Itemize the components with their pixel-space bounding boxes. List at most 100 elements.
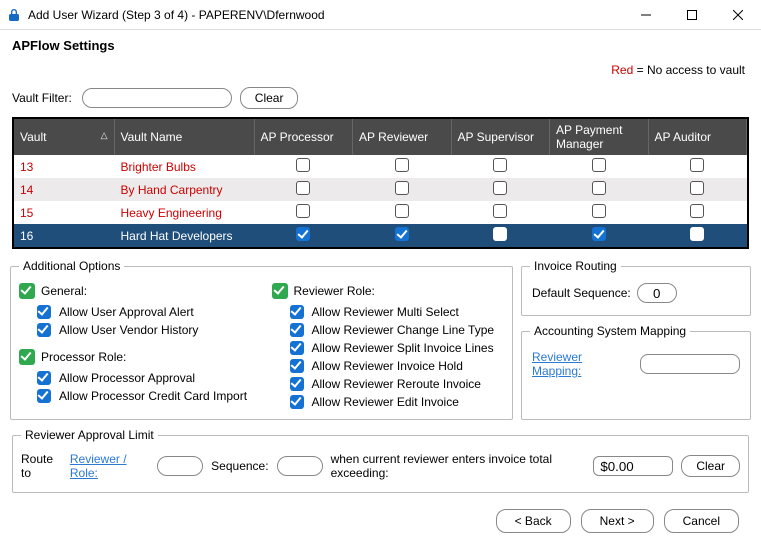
grid-checkbox[interactable]: [592, 181, 606, 195]
ral-clear-button[interactable]: Clear: [681, 455, 740, 477]
col-ap-reviewer[interactable]: AP Reviewer: [353, 119, 452, 155]
cell-vault-id: 15: [14, 201, 114, 224]
reviewer-option-label: Allow Reviewer Invoice Hold: [312, 359, 463, 373]
accounting-mapping-legend: Accounting System Mapping: [530, 324, 690, 338]
reviewer-option-label: Allow Reviewer Reroute Invoice: [312, 377, 481, 391]
grid-checkbox[interactable]: [690, 227, 704, 241]
grid-checkbox[interactable]: [493, 227, 507, 241]
reviewer-option-label: Allow Reviewer Multi Select: [312, 305, 459, 319]
grid-checkbox[interactable]: [690, 158, 704, 172]
cell-vault-name: Heavy Engineering: [114, 201, 254, 224]
processor-option-label: Allow Processor Approval: [59, 371, 195, 385]
lock-icon: [6, 7, 22, 23]
legend-row: Red = No access to vault: [10, 59, 751, 87]
grid-checkbox[interactable]: [690, 181, 704, 195]
general-head: General:: [41, 284, 87, 298]
next-button[interactable]: Next >: [581, 509, 654, 533]
invoice-routing-legend: Invoice Routing: [530, 259, 621, 273]
processor-option-checkbox[interactable]: [37, 371, 51, 385]
reviewer-option-label: Allow Reviewer Split Invoice Lines: [312, 341, 494, 355]
grid-checkbox[interactable]: [395, 181, 409, 195]
general-option-checkbox[interactable]: [37, 305, 51, 319]
grid-checkbox[interactable]: [395, 227, 409, 241]
reviewer-option-label: Allow Reviewer Edit Invoice: [312, 395, 459, 409]
grid-checkbox[interactable]: [493, 181, 507, 195]
col-vault[interactable]: Vault△: [14, 119, 114, 155]
window-close-button[interactable]: [715, 0, 761, 29]
reviewer-mapping-link[interactable]: Reviewer Mapping:: [532, 350, 632, 378]
col-vault-name[interactable]: Vault Name: [114, 119, 254, 155]
window-maximize-button[interactable]: [669, 0, 715, 29]
col-ap-supervisor[interactable]: AP Supervisor: [451, 119, 550, 155]
grid-checkbox[interactable]: [395, 158, 409, 172]
legend-text: = No access to vault: [633, 63, 745, 77]
window-minimize-button[interactable]: [623, 0, 669, 29]
col-ap-processor[interactable]: AP Processor: [254, 119, 353, 155]
grid-checkbox[interactable]: [296, 227, 310, 241]
ral-tail-text: when current reviewer enters invoice tot…: [331, 452, 586, 480]
grid-checkbox[interactable]: [296, 204, 310, 218]
processor-option-label: Allow Processor Credit Card Import: [59, 389, 247, 403]
reviewer-option-label: Allow Reviewer Change Line Type: [312, 323, 495, 337]
cell-vault-id: 13: [14, 155, 114, 178]
reviewer-head: Reviewer Role:: [294, 284, 375, 298]
processor-option-checkbox[interactable]: [37, 389, 51, 403]
grid-checkbox[interactable]: [493, 204, 507, 218]
cell-vault-name: By Hand Carpentry: [114, 178, 254, 201]
page-subtitle: APFlow Settings: [10, 34, 751, 59]
reviewer-option-checkbox[interactable]: [290, 359, 304, 373]
vault-filter-input[interactable]: [82, 88, 232, 108]
reviewer-option-checkbox[interactable]: [290, 323, 304, 337]
ral-role-input[interactable]: [157, 456, 203, 476]
accounting-mapping-group: Accounting System Mapping Reviewer Mappi…: [521, 324, 751, 420]
processor-group-checkbox[interactable]: [19, 349, 35, 365]
cell-vault-id: 14: [14, 178, 114, 201]
sort-asc-icon: △: [101, 130, 108, 141]
processor-head: Processor Role:: [41, 350, 126, 364]
reviewer-mapping-input[interactable]: [640, 354, 740, 374]
general-option-label: Allow User Approval Alert: [59, 305, 194, 319]
general-option-label: Allow User Vendor History: [59, 323, 198, 337]
back-button[interactable]: < Back: [496, 509, 571, 533]
grid-checkbox[interactable]: [690, 204, 704, 218]
col-ap-payment-manager[interactable]: AP Payment Manager: [550, 119, 649, 155]
ral-sequence-input[interactable]: [277, 456, 323, 476]
additional-options-legend: Additional Options: [19, 259, 124, 273]
vault-filter-label: Vault Filter:: [12, 91, 72, 105]
cell-vault-name: Brighter Bulbs: [114, 155, 254, 178]
reviewer-option-checkbox[interactable]: [290, 377, 304, 391]
titlebar: Add User Wizard (Step 3 of 4) - PAPERENV…: [0, 0, 761, 30]
reviewer-option-checkbox[interactable]: [290, 305, 304, 319]
col-ap-auditor[interactable]: AP Auditor: [648, 119, 747, 155]
grid-header-row: Vault△ Vault Name AP Processor AP Review…: [14, 119, 747, 155]
ral-reviewer-role-link[interactable]: Reviewer / Role:: [70, 452, 149, 480]
ral-amount-input[interactable]: [593, 456, 673, 476]
reviewer-approval-limit-group: Reviewer Approval Limit Route to Reviewe…: [12, 428, 749, 493]
grid-checkbox[interactable]: [592, 227, 606, 241]
grid-checkbox[interactable]: [296, 158, 310, 172]
ral-route-to-label: Route to: [21, 452, 62, 480]
additional-options-group: Additional Options General: Allow User A…: [10, 259, 513, 420]
table-row[interactable]: 16Hard Hat Developers: [14, 224, 747, 247]
cancel-button[interactable]: Cancel: [664, 509, 739, 533]
default-sequence-input[interactable]: [637, 283, 677, 303]
reviewer-group-checkbox[interactable]: [272, 283, 288, 299]
grid-checkbox[interactable]: [493, 158, 507, 172]
grid-checkbox[interactable]: [592, 158, 606, 172]
ral-sequence-label: Sequence:: [211, 459, 268, 473]
vault-grid: Vault△ Vault Name AP Processor AP Review…: [12, 117, 749, 249]
vault-filter-clear-button[interactable]: Clear: [240, 87, 299, 109]
general-option-checkbox[interactable]: [37, 323, 51, 337]
grid-checkbox[interactable]: [592, 204, 606, 218]
legend-red-word: Red: [611, 63, 633, 77]
grid-checkbox[interactable]: [296, 181, 310, 195]
reviewer-option-checkbox[interactable]: [290, 341, 304, 355]
general-group-checkbox[interactable]: [19, 283, 35, 299]
default-sequence-label: Default Sequence:: [532, 286, 631, 300]
grid-checkbox[interactable]: [395, 204, 409, 218]
table-row[interactable]: 14By Hand Carpentry: [14, 178, 747, 201]
table-row[interactable]: 13Brighter Bulbs: [14, 155, 747, 178]
cell-vault-id: 16: [14, 224, 114, 247]
reviewer-option-checkbox[interactable]: [290, 395, 304, 409]
table-row[interactable]: 15Heavy Engineering: [14, 201, 747, 224]
